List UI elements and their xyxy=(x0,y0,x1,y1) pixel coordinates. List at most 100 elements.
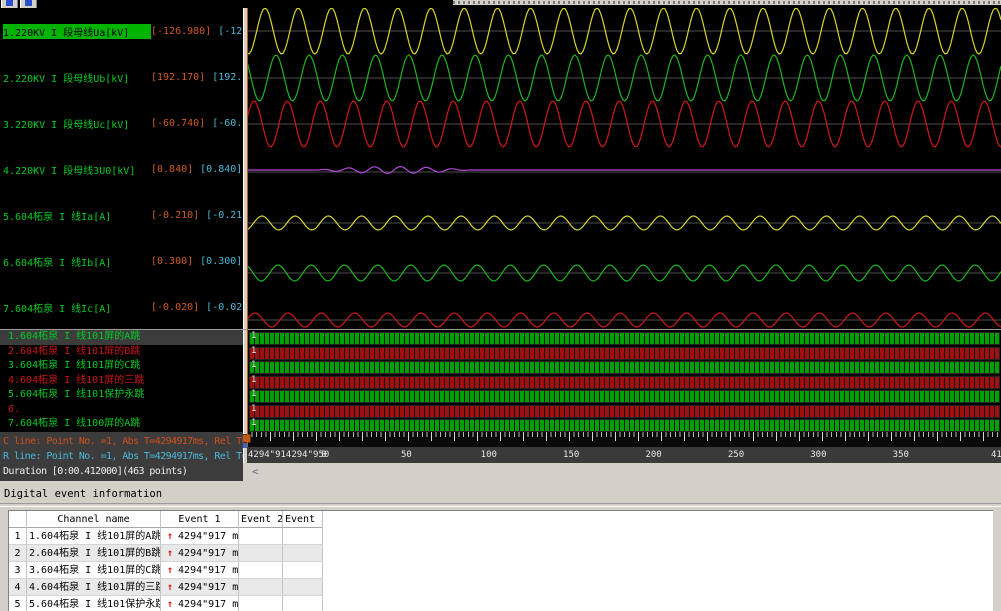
clipped-title-bar xyxy=(453,0,1001,5)
time-ruler[interactable] xyxy=(247,432,1001,447)
digital-channel-row[interactable]: 7.604柘泉 I 线100屏的A跳 xyxy=(0,417,243,432)
analog-ref-value: [0.300] xyxy=(200,256,242,267)
analog-cursor-value: [0.300] xyxy=(151,256,193,267)
analog-channel-list: 1.220KV I 段母线Ua[kV][-126.980][-126.980]2… xyxy=(0,8,243,329)
digital-channel-row[interactable]: 5.604柘泉 I 线101保护永跳 xyxy=(0,388,243,403)
digital-trace-bar xyxy=(249,390,1000,403)
analog-channel-label: 1.220KV I 段母线Ua[kV] xyxy=(3,24,151,39)
event-channel-name[interactable]: 1.604柘泉 I 线101屏的A跳 xyxy=(27,528,161,545)
scroll-left-arrow-icon[interactable]: < xyxy=(252,465,259,478)
rising-edge-arrow-icon: ↑ xyxy=(167,548,173,559)
event3-cell xyxy=(283,596,323,611)
r-line-status: R line: Point No. =1, Abs T=4294917ms, R… xyxy=(3,449,240,464)
toolbar-button-1[interactable] xyxy=(1,0,18,8)
event3-cell xyxy=(283,528,323,545)
analog-channel-row[interactable]: 2.220KV I 段母线Ub[kV][192.170][192.170] xyxy=(0,54,243,100)
axis-tick-label: 0 xyxy=(321,450,326,460)
analog-channel-row[interactable]: 7.604柘泉 I 线Ic[A][-0.020][-0.020] xyxy=(0,284,243,330)
digital-trace-row: 1 xyxy=(247,403,1001,418)
analog-cursor-value: [-0.210] xyxy=(151,210,199,221)
section-divider xyxy=(0,503,1001,507)
digital-trace-bar xyxy=(249,376,1000,389)
event-table-header-event1: Event 1 xyxy=(161,511,239,528)
digital-state-value: 1 xyxy=(251,346,256,356)
digital-state-value: 1 xyxy=(251,360,256,370)
axis-tick-label: 50 xyxy=(401,450,412,460)
digital-channel-list: 1.604柘泉 I 线101屏的A跳2.604柘泉 I 线101屏的B跳3.60… xyxy=(0,330,243,432)
event1-time: 4294"917 ms xyxy=(178,548,239,559)
analog-channel-row[interactable]: 4.220KV I 段母线3U0[kV][0.840][0.840] xyxy=(0,146,243,192)
digital-state-value: 1 xyxy=(251,375,256,385)
event2-cell xyxy=(239,562,283,579)
event2-cell xyxy=(239,596,283,611)
axis-pre-label: 4294"914294"950 xyxy=(248,450,329,460)
analog-channel-row[interactable]: 3.220KV I 段母线Uc[kV][-60.740][-60.740] xyxy=(0,100,243,146)
analog-channel-label: 7.604柘泉 I 线Ic[A] xyxy=(3,300,151,315)
axis-tick-label: 300 xyxy=(810,450,826,460)
event-table-header-event3: Event 3 xyxy=(283,511,323,528)
analog-channel-label: 4.220KV I 段母线3U0[kV] xyxy=(3,162,151,177)
analog-channel-label: 5.604柘泉 I 线Ia[A] xyxy=(3,208,151,223)
analog-channel-row[interactable]: 1.220KV I 段母线Ua[kV][-126.980][-126.980] xyxy=(0,8,243,54)
c-cursor-line[interactable] xyxy=(247,8,248,447)
digital-trace-bar xyxy=(249,419,1000,432)
event-row-number: 2 xyxy=(9,545,27,562)
event2-cell xyxy=(239,528,283,545)
analog-ref-value: [-0.210] xyxy=(206,210,243,221)
digital-trace-bar xyxy=(249,332,1000,345)
digital-event-grid: Channel nameEvent 1Event 2Event 311.604柘… xyxy=(9,511,323,611)
event1-time: 4294"917 ms xyxy=(178,565,239,576)
analog-ref-value: [-126.980] xyxy=(218,26,243,37)
toolbar-button-2[interactable] xyxy=(20,0,37,8)
event-channel-name[interactable]: 5.604柘泉 I 线101保护永跳 xyxy=(27,596,161,611)
event-channel-name[interactable]: 4.604柘泉 I 线101屏的三跳 xyxy=(27,579,161,596)
event-channel-name[interactable]: 2.604柘泉 I 线101屏的B跳 xyxy=(27,545,161,562)
digital-trace-row: 1 xyxy=(247,388,1001,403)
toolbar-button-2-icon xyxy=(25,0,32,6)
digital-channel-row[interactable]: 1.604柘泉 I 线101屏的A跳 xyxy=(0,330,243,345)
event3-cell xyxy=(283,579,323,596)
digital-state-value: 1 xyxy=(251,331,256,341)
axis-tick-label: 150 xyxy=(563,450,579,460)
digital-channel-row[interactable]: 2.604柘泉 I 线101屏的B跳 xyxy=(0,345,243,360)
event2-cell xyxy=(239,579,283,596)
axis-tick-label: 250 xyxy=(728,450,744,460)
time-axis-labels: 4294"914294"95005010015020025030035041 xyxy=(247,447,1001,463)
digital-state-value: 1 xyxy=(251,404,256,414)
digital-channel-row[interactable]: 4.604柘泉 I 线101屏的三跳 xyxy=(0,374,243,389)
duration-status: Duration [0:00.412000](463 points) xyxy=(3,464,240,479)
analog-cursor-value: [-0.020] xyxy=(151,302,199,313)
event-channel-name[interactable]: 3.604柘泉 I 线101屏的C跳 xyxy=(27,562,161,579)
digital-trace-area[interactable]: 1111111 xyxy=(247,330,1001,432)
axis-right-label: 41 xyxy=(991,450,1001,460)
c-line-status: C line: Point No. =1, Abs T=4294917ms, R… xyxy=(3,434,240,449)
event3-cell xyxy=(283,562,323,579)
event-row-number: 4 xyxy=(9,579,27,596)
waveform-plot-area[interactable] xyxy=(247,8,1001,329)
event-table-header-channel: Channel name xyxy=(27,511,161,528)
analog-channel-label: 6.604柘泉 I 线Ib[A] xyxy=(3,254,151,269)
event1-cell: ↑ 4294"917 ms xyxy=(161,545,239,562)
event-row-number: 5 xyxy=(9,596,27,611)
event-table-header-event2: Event 2 xyxy=(239,511,283,528)
event3-cell xyxy=(283,545,323,562)
rising-edge-arrow-icon: ↑ xyxy=(167,565,173,576)
event-table-header-num xyxy=(9,511,27,528)
digital-channel-row[interactable]: 3.604柘泉 I 线101屏的C跳 xyxy=(0,359,243,374)
horizontal-scrollbar[interactable]: < xyxy=(247,463,1001,481)
waveform-svg xyxy=(247,8,1001,329)
axis-tick-label: 200 xyxy=(645,450,661,460)
section-title: Digital event information xyxy=(4,488,162,500)
digital-trace-row: 1 xyxy=(247,359,1001,374)
digital-channel-row[interactable]: 6. xyxy=(0,403,243,418)
analog-channel-row[interactable]: 6.604柘泉 I 线Ib[A][0.300][0.300] xyxy=(0,238,243,284)
digital-trace-row: 1 xyxy=(247,374,1001,389)
rising-edge-arrow-icon: ↑ xyxy=(167,531,173,542)
event1-cell: ↑4294"917 ms xyxy=(161,528,239,545)
analog-channel-row[interactable]: 5.604柘泉 I 线Ia[A][-0.210][-0.210] xyxy=(0,192,243,238)
rising-edge-arrow-icon: ↑ xyxy=(167,582,173,593)
axis-tick-label: 350 xyxy=(893,450,909,460)
analog-ref-value: [-60.740] xyxy=(212,118,243,129)
analog-ref-value: [-0.020] xyxy=(206,302,243,313)
analog-channel-label: 2.220KV I 段母线Ub[kV] xyxy=(3,70,151,85)
